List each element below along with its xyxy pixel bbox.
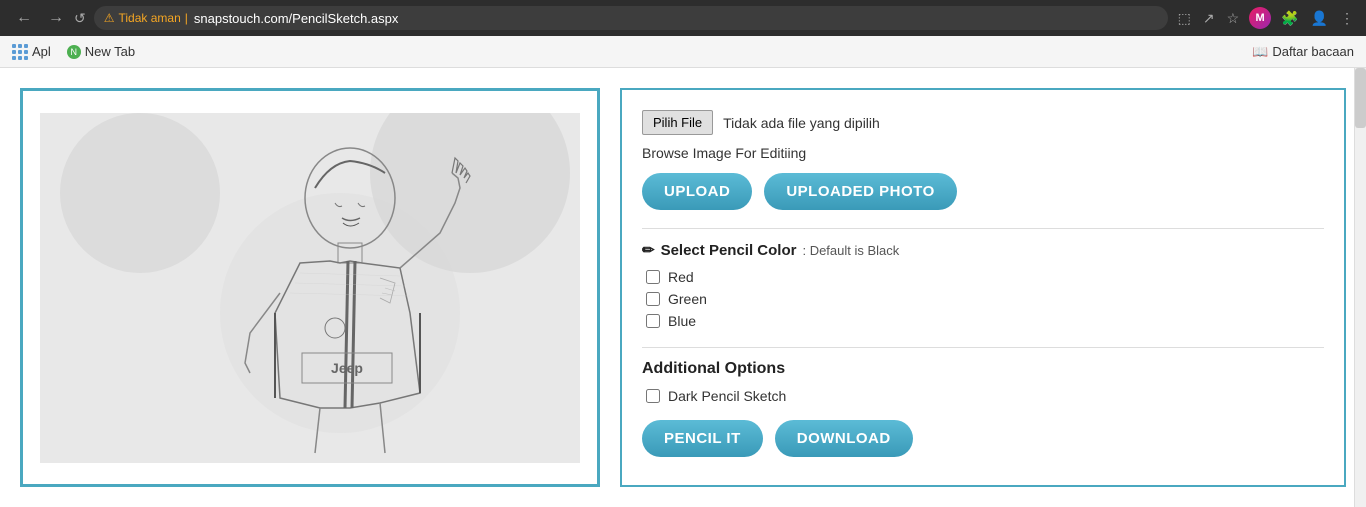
extensions-icon[interactable]: 🧩 <box>1279 8 1300 29</box>
security-label: Tidak aman <box>119 11 181 25</box>
new-tab-label: New Tab <box>85 44 135 59</box>
dark-pencil-option[interactable]: Dark Pencil Sketch <box>642 388 1324 404</box>
divider-1 <box>642 228 1324 229</box>
red-label: Red <box>668 269 694 285</box>
reading-list-label: Daftar bacaan <box>1272 44 1354 59</box>
browser-actions: ⬚ ↗ ☆ M 🧩 👤 ⋮ <box>1176 7 1356 29</box>
dark-pencil-checkbox[interactable] <box>646 389 660 403</box>
blue-label: Blue <box>668 313 696 329</box>
blue-checkbox[interactable] <box>646 314 660 328</box>
select-pencil-color-text: Select Pencil Color <box>661 242 797 259</box>
address-bar[interactable]: ⚠ Tidak aman | snapstouch.com/PencilSket… <box>94 6 1168 30</box>
red-color-option[interactable]: Red <box>646 269 1324 285</box>
pencil-color-section-label: ✏ Select Pencil Color : Default is Black <box>642 241 1324 259</box>
upload-buttons: UPLOAD UPLOADED PHOTO <box>642 173 1324 210</box>
sketch-image-container: Jeep <box>40 113 580 463</box>
pencil-it-button[interactable]: PENCIL IT <box>642 420 763 457</box>
reading-list-button[interactable]: 📖 Daftar bacaan <box>1252 44 1354 60</box>
uploaded-photo-button[interactable]: UPLOADED PHOTO <box>764 173 956 210</box>
browser-chrome: ← → ↺ ⚠ Tidak aman | snapstouch.com/Penc… <box>0 0 1366 36</box>
translate-icon[interactable]: ⬚ <box>1176 8 1193 29</box>
warning-icon: ⚠ <box>104 11 115 25</box>
page-content: Jeep <box>0 68 1366 507</box>
user-avatar[interactable]: M <box>1249 7 1271 29</box>
download-button[interactable]: DOWNLOAD <box>775 420 913 457</box>
color-options: Red Green Blue <box>642 269 1324 329</box>
bottom-buttons: PENCIL IT DOWNLOAD <box>642 420 1324 457</box>
browse-label: Browse Image For Editiing <box>642 145 1324 161</box>
green-label: Green <box>668 291 707 307</box>
reload-button[interactable]: ↺ <box>74 10 86 27</box>
green-color-option[interactable]: Green <box>646 291 1324 307</box>
additional-options-label: Additional Options <box>642 360 1324 378</box>
image-panel: Jeep <box>20 88 600 487</box>
grid-icon <box>12 44 28 60</box>
bookmark-star-icon[interactable]: ☆ <box>1225 8 1242 29</box>
profile-icon[interactable]: 👤 <box>1309 8 1330 29</box>
new-tab-favicon: N <box>67 45 81 59</box>
scrollbar-thumb[interactable] <box>1355 68 1366 128</box>
url-text: snapstouch.com/PencilSketch.aspx <box>194 11 399 26</box>
bookmarks-bar: Apl N New Tab 📖 Daftar bacaan <box>0 36 1366 68</box>
blue-color-option[interactable]: Blue <box>646 313 1324 329</box>
pencil-icon: ✏ <box>642 241 655 259</box>
divider-2 <box>642 347 1324 348</box>
back-button[interactable]: ← <box>10 7 38 29</box>
reading-list-icon: 📖 <box>1252 44 1268 60</box>
upload-button[interactable]: UPLOAD <box>642 173 752 210</box>
controls-panel: Pilih File Tidak ada file yang dipilih B… <box>620 88 1346 487</box>
forward-button[interactable]: → <box>42 7 70 29</box>
pencil-sketch-svg: Jeep <box>40 113 580 463</box>
apps-shortcut[interactable]: Apl <box>12 44 51 60</box>
svg-text:Jeep: Jeep <box>331 360 363 376</box>
dark-pencil-label: Dark Pencil Sketch <box>668 388 786 404</box>
red-checkbox[interactable] <box>646 270 660 284</box>
security-indicator: ⚠ Tidak aman | <box>104 11 188 25</box>
separator: | <box>185 11 188 25</box>
file-chooser-row: Pilih File Tidak ada file yang dipilih <box>642 110 1324 135</box>
no-file-label: Tidak ada file yang dipilih <box>723 115 880 131</box>
green-checkbox[interactable] <box>646 292 660 306</box>
menu-icon[interactable]: ⋮ <box>1338 8 1356 29</box>
nav-buttons: ← → ↺ <box>10 7 86 29</box>
scrollbar[interactable] <box>1354 68 1366 507</box>
default-color-text: : Default is Black <box>802 243 899 258</box>
choose-file-button[interactable]: Pilih File <box>642 110 713 135</box>
share-icon[interactable]: ↗ <box>1201 8 1217 29</box>
apps-label: Apl <box>32 44 51 59</box>
new-tab-bookmark[interactable]: N New Tab <box>67 44 135 59</box>
